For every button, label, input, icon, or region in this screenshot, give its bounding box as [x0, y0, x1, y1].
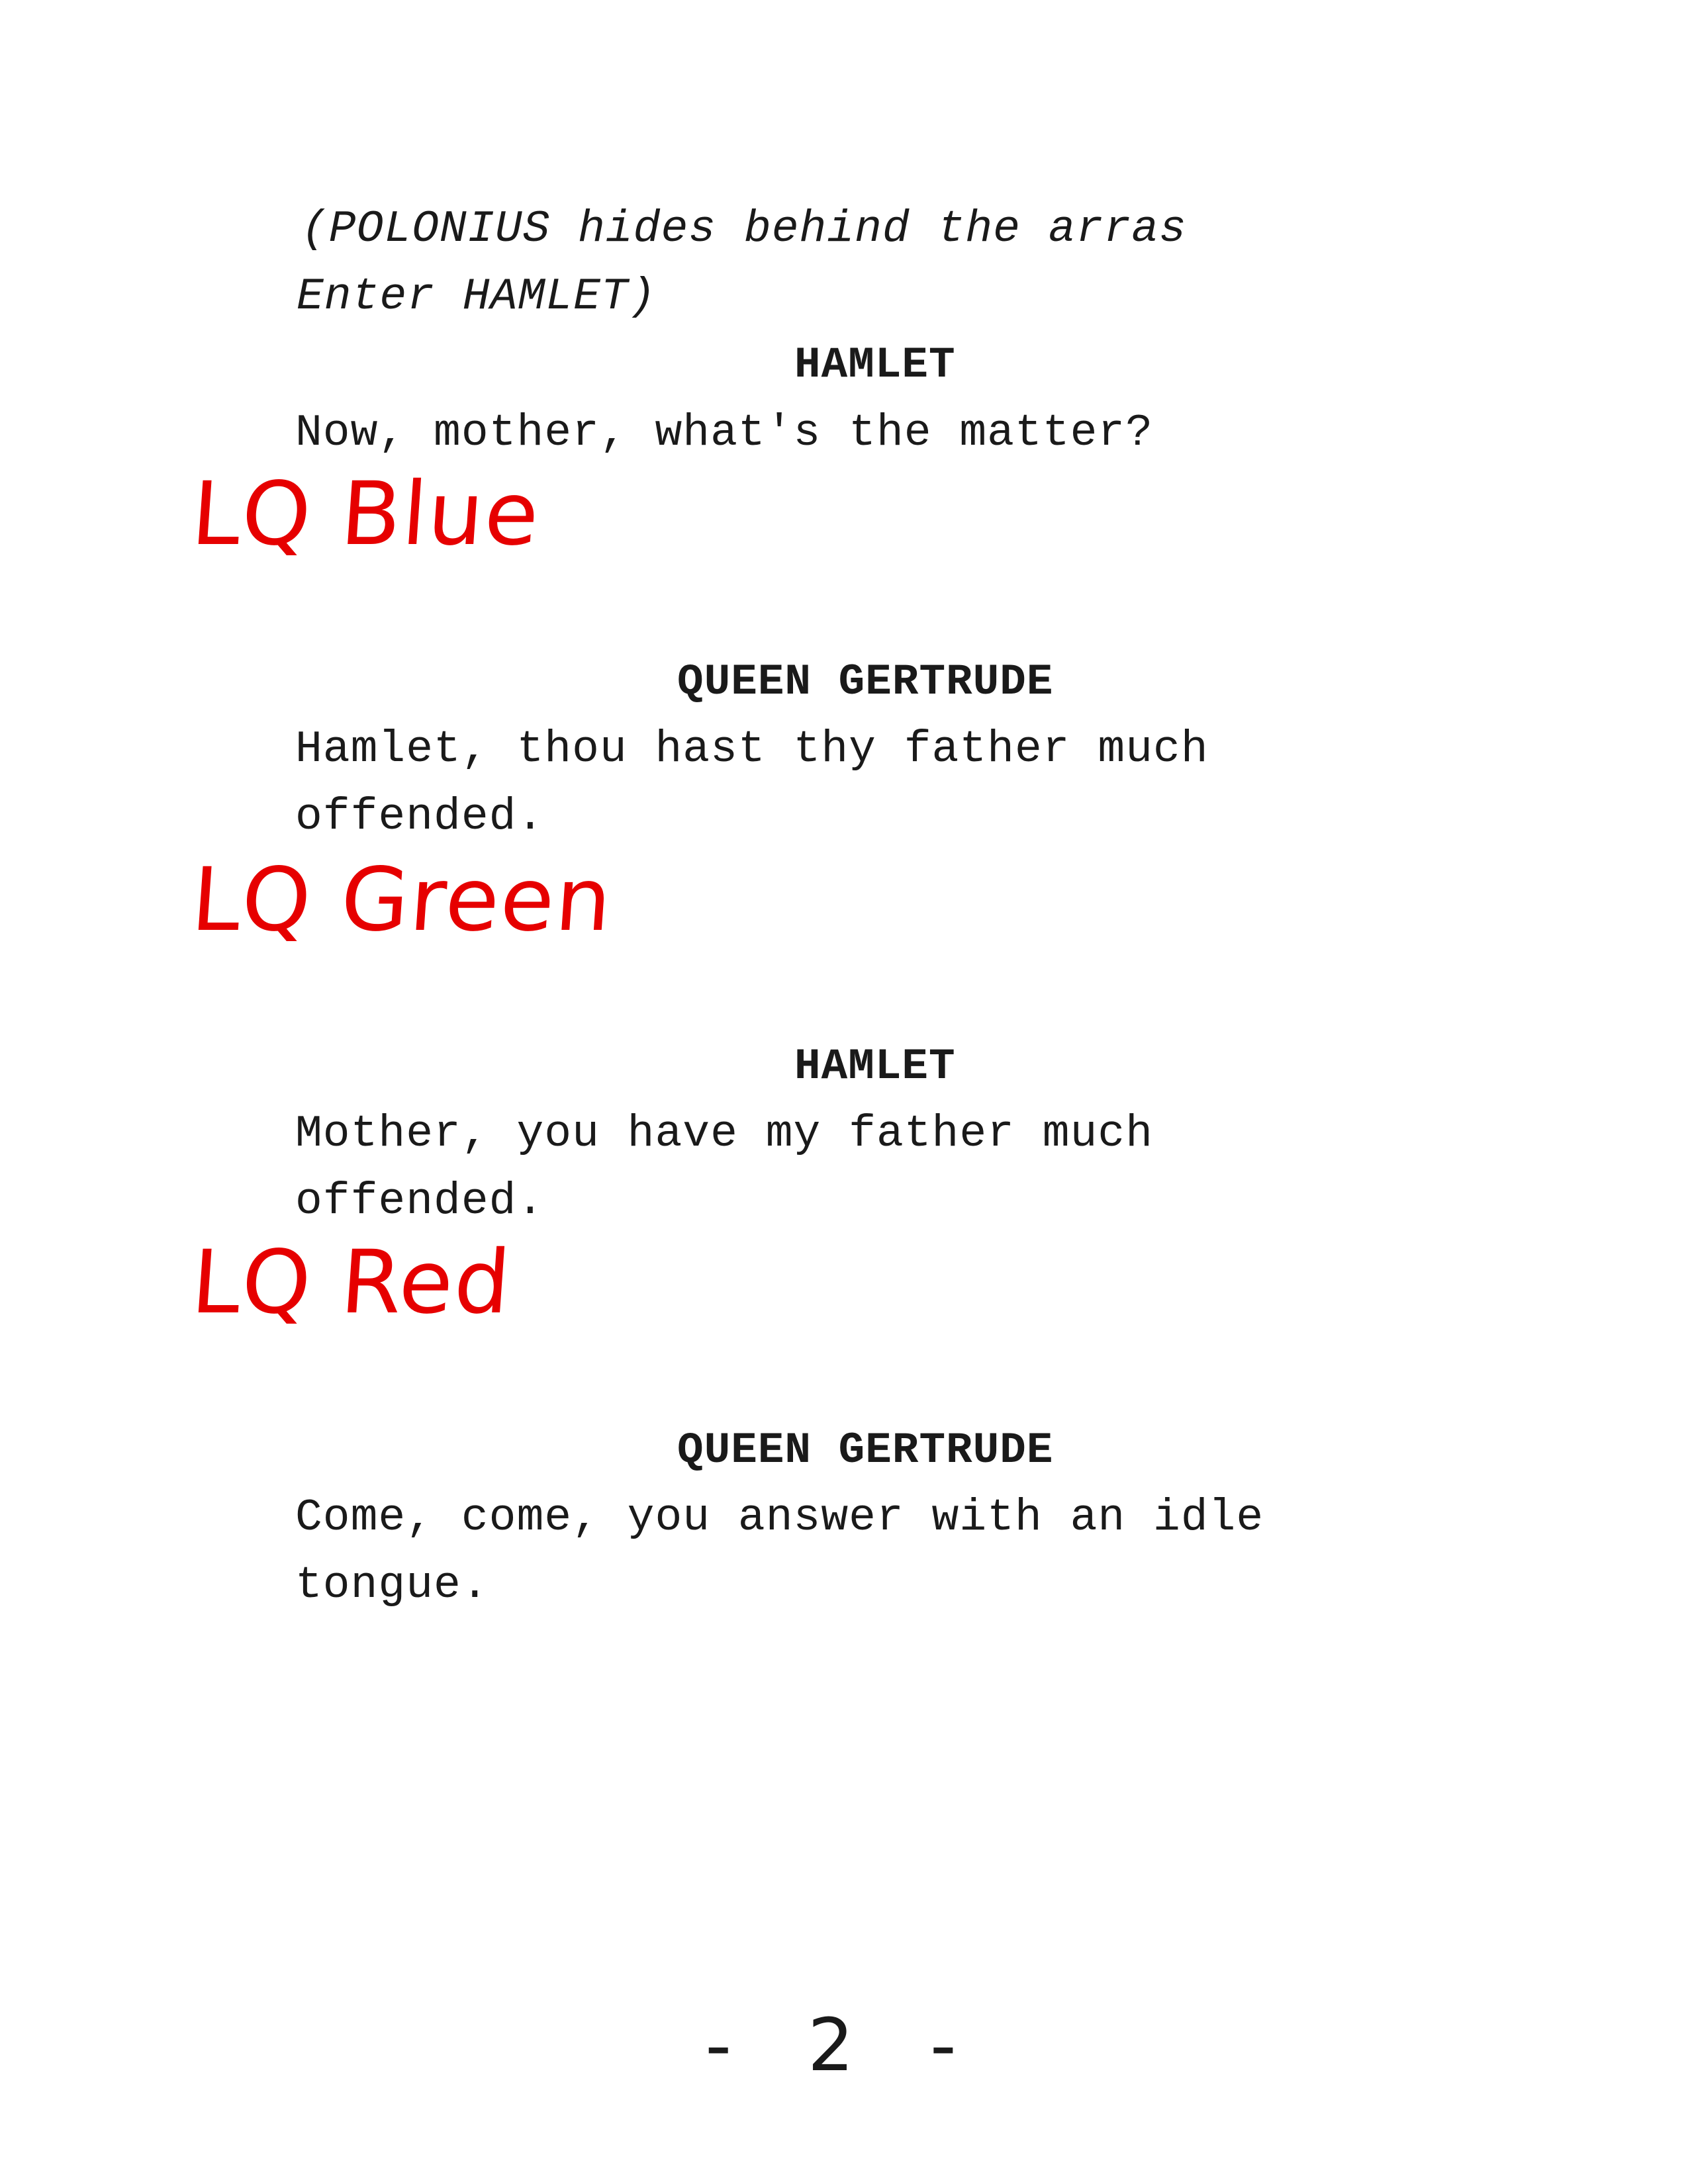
dialogue-line: offended. [295, 1176, 545, 1227]
dialogue-line: Come, come, you answer with an idle [295, 1492, 1264, 1543]
dialogue-line: Hamlet, thou hast thy father much [295, 724, 1209, 775]
character-name-hamlet: HAMLET [794, 1042, 956, 1091]
stage-direction-line-1: (POLONIUS hides behind the arras [301, 204, 1187, 255]
script-page: (POLONIUS hides behind the arras Enter H… [0, 0, 1688, 2184]
character-name-queen-gertrude: QUEEN GERTRUDE [677, 657, 1054, 707]
page-number: - 2 - [705, 2003, 983, 2087]
character-name-hamlet: HAMLET [794, 340, 956, 390]
dialogue-line: tongue. [295, 1560, 489, 1611]
stage-direction-line-2: Enter HAMLET) [297, 271, 657, 322]
character-name-queen-gertrude: QUEEN GERTRUDE [677, 1426, 1054, 1475]
dialogue-line: offended. [295, 792, 545, 842]
lighting-cue-annotation: LQ Red [188, 1232, 515, 1334]
lighting-cue-annotation: LQ Blue [188, 463, 543, 565]
lighting-cue-annotation: LQ Green [188, 849, 616, 951]
dialogue-line: Now, mother, what's the matter? [295, 408, 1154, 459]
dialogue-line: Mother, you have my father much [295, 1109, 1154, 1160]
